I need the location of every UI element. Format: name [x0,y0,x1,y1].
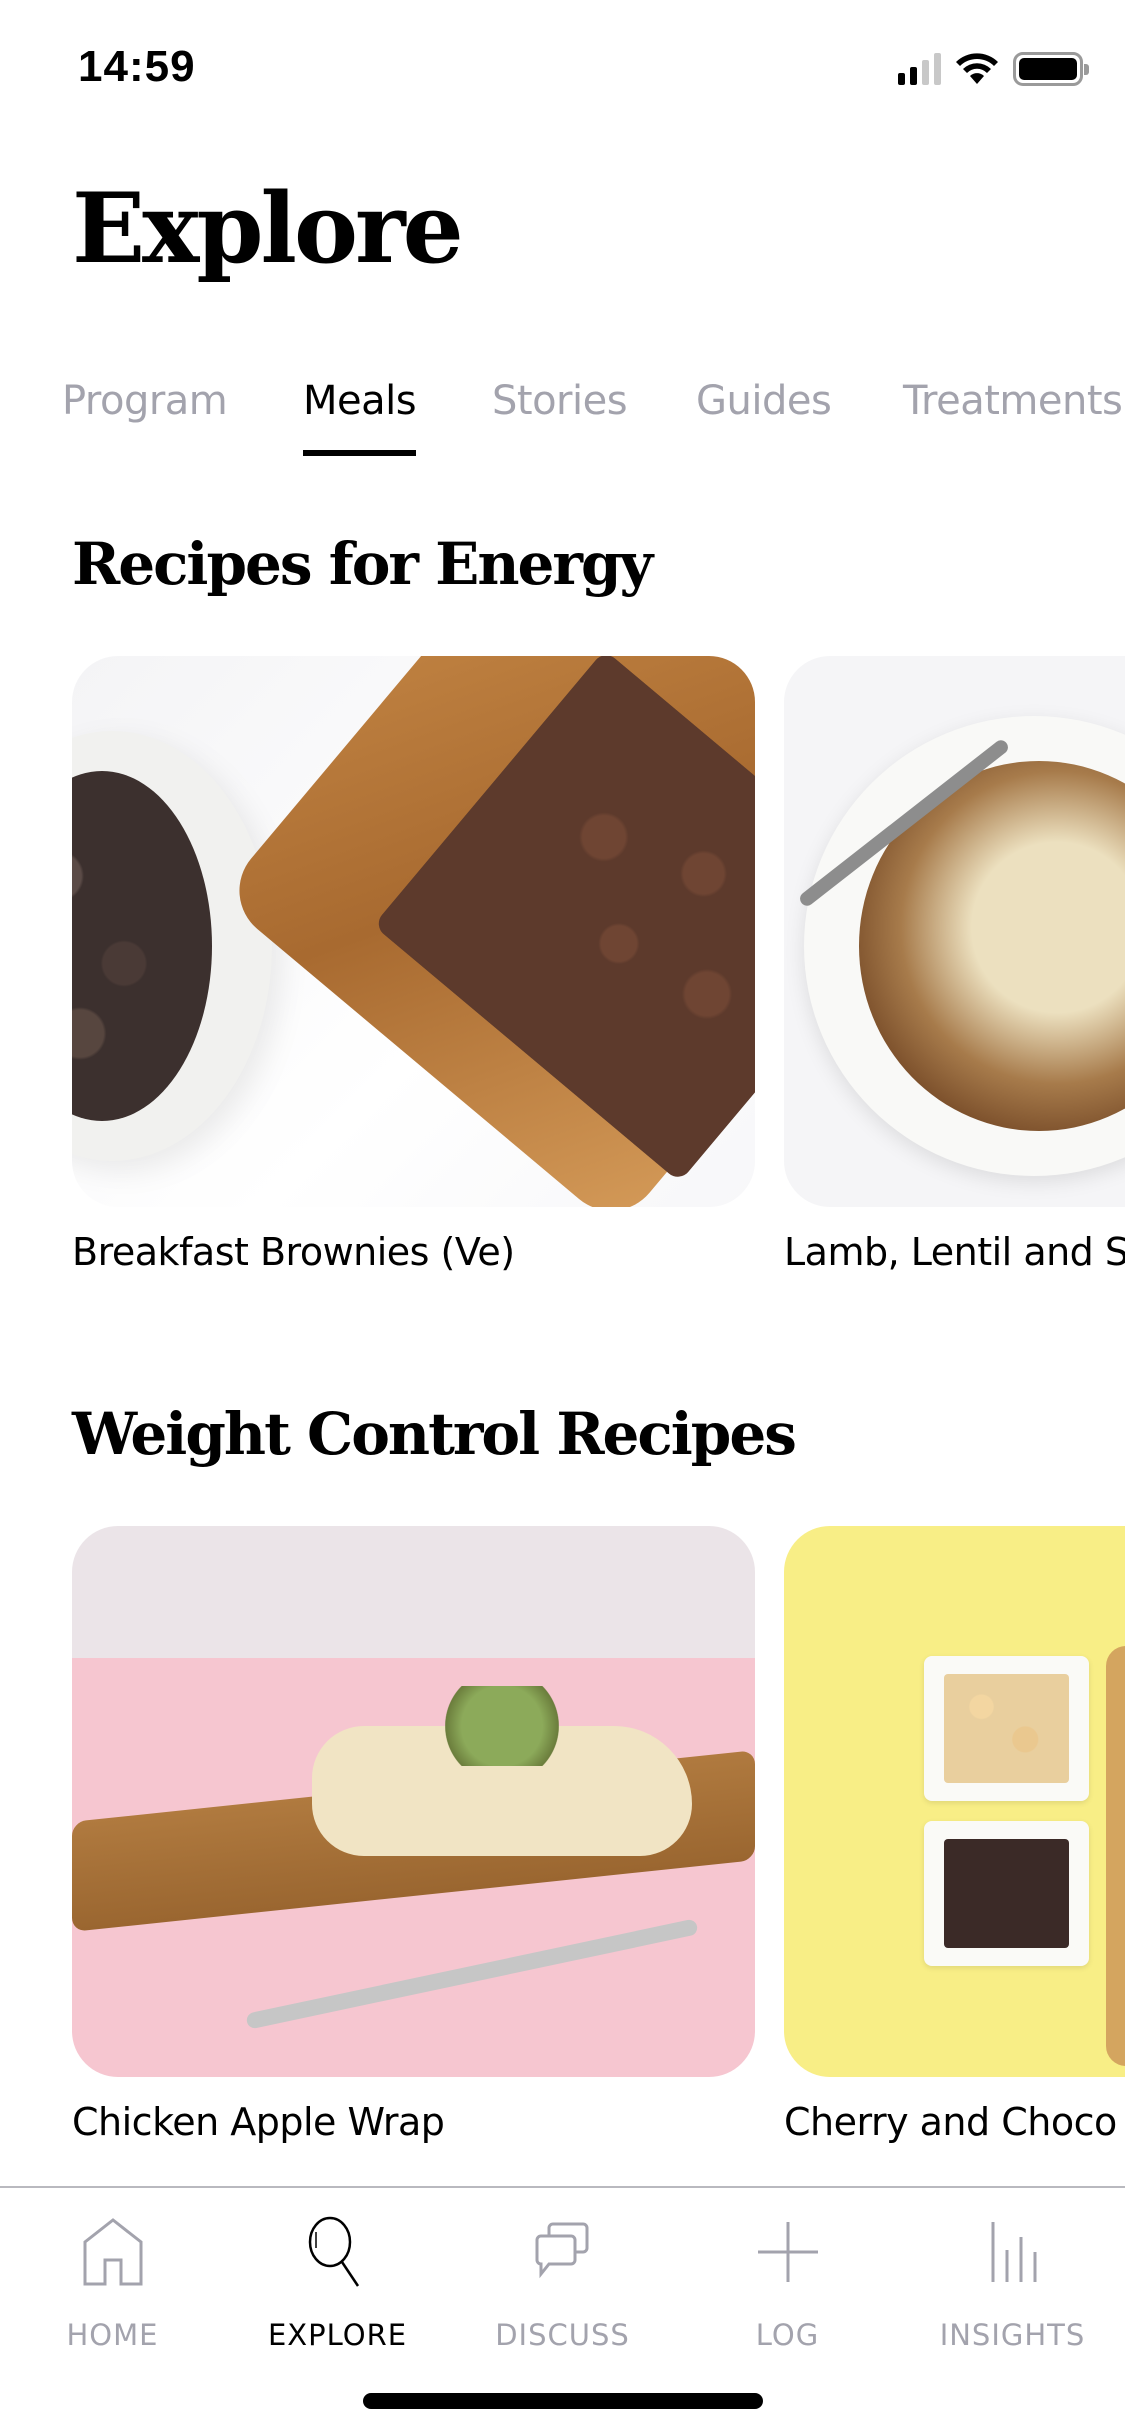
recipe-card[interactable]: Lamb, Lentil and S [784,656,1125,1274]
cherry-chocolate-photo [784,1526,1125,2077]
lamb-lentil-bake-photo [784,656,1125,1207]
plus-icon [757,2222,818,2282]
nav-discuss-label: DISCUSS [495,2318,630,2352]
chat-bubbles-icon [535,2222,588,2279]
tab-guides[interactable]: Guides [696,378,832,424]
active-tab-indicator [303,450,417,456]
tab-program[interactable]: Program [62,378,228,424]
recipe-card[interactable]: Chicken Apple Wrap [72,1526,755,2144]
nav-insights[interactable]: INSIGHTS [900,2212,1125,2352]
nav-log-label: LOG [755,2318,820,2352]
recipe-card[interactable]: Cherry and Choco [784,1526,1125,2144]
recipe-title: Lamb, Lentil and S [784,1230,1125,1274]
brownies-photo [72,656,755,1207]
status-time: 14:59 [78,42,196,91]
tab-stories[interactable]: Stories [492,378,628,424]
chicken-wrap-photo [72,1526,755,2077]
tab-meals-label: Meals [303,378,417,424]
category-tabs: Program Meals Stories Guides Treatments [0,378,1125,458]
tab-treatments[interactable]: Treatments [903,378,1123,424]
tab-meals[interactable]: Meals [303,378,417,456]
search-icon [308,2216,359,2287]
recipe-title: Cherry and Choco [784,2100,1117,2144]
home-indicator[interactable] [363,2393,763,2409]
nav-explore[interactable]: EXPLORE [225,2212,450,2352]
recipe-title: Chicken Apple Wrap [72,2100,445,2144]
section-title-weight-control: Weight Control Recipes [72,1400,797,1468]
nav-home[interactable]: HOME [0,2212,225,2352]
recipe-card[interactable]: Breakfast Brownies (Ve) [72,656,755,1274]
nav-discuss[interactable]: DISCUSS [450,2212,675,2352]
recipe-carousel-weight-control[interactable]: Chicken Apple Wrap Cherry and Choco [72,1526,1125,2146]
nav-home-label: HOME [66,2318,159,2352]
page-title: Explore [72,172,464,285]
nav-log[interactable]: LOG [675,2212,900,2352]
section-title-energy: Recipes for Energy [72,530,653,598]
status-icons [898,52,1089,86]
wifi-icon [956,53,998,84]
recipe-carousel-energy[interactable]: Breakfast Brownies (Ve) Lamb, Lentil and… [72,656,1125,1276]
bar-chart-icon [991,2222,1036,2282]
nav-insights-label: INSIGHTS [939,2318,1086,2352]
status-bar: 14:59 [0,0,1125,132]
battery-icon [1013,52,1089,86]
cellular-signal-icon [898,53,941,85]
nav-explore-label: EXPLORE [267,2318,408,2352]
home-icon [83,2218,142,2286]
recipe-title: Breakfast Brownies (Ve) [72,1230,515,1274]
